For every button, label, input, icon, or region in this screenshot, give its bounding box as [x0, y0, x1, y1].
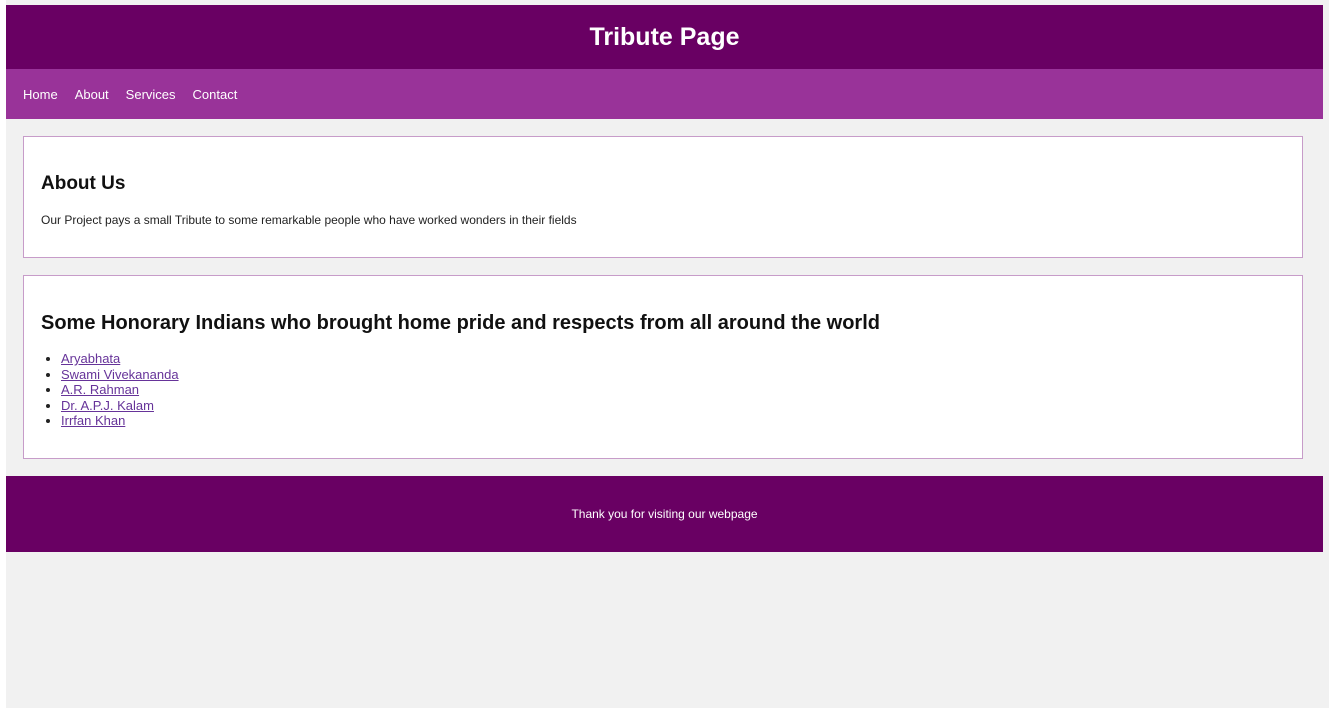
page-footer: Thank you for visiting our webpage [6, 476, 1323, 552]
honorary-heading: Some Honorary Indians who brought home p… [41, 312, 880, 334]
nav-item-contact[interactable]: Contact [193, 87, 238, 102]
nav-item-about[interactable]: About [75, 87, 109, 102]
about-text: Our Project pays a small Tribute to some… [41, 213, 577, 227]
list-item: A.R. Rahman [61, 382, 179, 398]
honorary-list: Aryabhata Swami Vivekananda A.R. Rahman … [41, 351, 179, 429]
main-nav: Home About Services Contact [6, 69, 1323, 119]
person-link-irrfan-khan[interactable]: Irrfan Khan [61, 413, 125, 428]
person-link-apj-kalam[interactable]: Dr. A.P.J. Kalam [61, 398, 154, 413]
nav-item-services[interactable]: Services [126, 87, 176, 102]
about-heading: About Us [41, 173, 126, 194]
list-item: Dr. A.P.J. Kalam [61, 398, 179, 414]
about-section: About Us Our Project pays a small Tribut… [23, 136, 1303, 258]
person-link-ar-rahman[interactable]: A.R. Rahman [61, 382, 139, 397]
person-link-swami-vivekananda[interactable]: Swami Vivekananda [61, 367, 179, 382]
nav-item-home[interactable]: Home [23, 87, 58, 102]
footer-text: Thank you for visiting our webpage [571, 507, 758, 521]
page-title: Tribute Page [589, 22, 740, 51]
list-item: Aryabhata [61, 351, 179, 367]
honorary-section: Some Honorary Indians who brought home p… [23, 275, 1303, 459]
person-link-aryabhata[interactable]: Aryabhata [61, 351, 120, 366]
list-item: Swami Vivekananda [61, 367, 179, 383]
page-header: Tribute Page [6, 5, 1323, 69]
list-item: Irrfan Khan [61, 413, 179, 429]
